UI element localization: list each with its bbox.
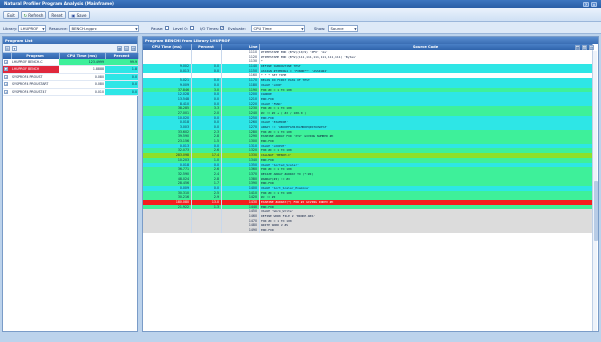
- source-code-text: END-FOR: [259, 228, 593, 233]
- program-percent: 0.0: [105, 73, 138, 82]
- reset-button[interactable]: Reset: [48, 11, 66, 19]
- program-list-table: Program CPU Time (ms) Percent + LHUPROF …: [3, 53, 139, 97]
- level-label: Level 0:: [173, 26, 188, 31]
- program-row[interactable]: + SYSPROF4 PROUST 0.080 0.0: [3, 73, 138, 82]
- source-rows: 1110 #TIMESTAMP END (B*W)(10/9) 'PFO' 'ms…: [143, 50, 593, 233]
- show-select[interactable]: Source ▼: [328, 24, 358, 32]
- library-value: LHUPROF: [20, 25, 39, 31]
- export-icon[interactable]: ▤: [589, 45, 594, 50]
- show-value: Source: [330, 25, 344, 31]
- expand-row-icon[interactable]: +: [4, 89, 8, 94]
- save-button[interactable]: ▣ Save: [68, 11, 90, 19]
- evaluate-select[interactable]: CPU Time ▼: [251, 24, 305, 32]
- library-label: Library:: [3, 26, 18, 31]
- chevron-down-icon: ▼: [301, 26, 304, 31]
- filter-icon[interactable]: ▾: [12, 46, 17, 51]
- io-times-label: I/O Times:: [200, 26, 220, 31]
- source-percent: [191, 228, 222, 233]
- chevron-down-icon: ▼: [354, 26, 357, 31]
- resource-select[interactable]: BENCH.ngprc ▼: [69, 24, 139, 32]
- program-percent: 0.0: [105, 88, 138, 97]
- source-row[interactable]: 1490 END-FOR: [143, 228, 593, 233]
- program-row-selected[interactable]: + LHUPROF BENCH 1.8888 1.8: [3, 65, 138, 74]
- grid-icon[interactable]: ▦: [575, 45, 580, 50]
- program-cpu: 123.4999: [59, 59, 105, 67]
- program-percent: 1.8: [105, 65, 138, 74]
- source-panel: Program BENCHI from Library LHUPROF ▦ ▥ …: [142, 36, 599, 332]
- program-name: LHUPROF BENCH: [11, 65, 59, 74]
- refresh-button[interactable]: ↻ Refresh: [21, 11, 46, 19]
- expand-row-icon[interactable]: +: [4, 82, 8, 87]
- source-table: CPU Time (ms) Percent Line Source Code 1…: [143, 44, 593, 233]
- program-cpu: 1.8888: [59, 65, 105, 74]
- exit-button[interactable]: Exit: [3, 11, 19, 19]
- program-percent: 99.9: [105, 59, 138, 67]
- program-name: SYSPROF4 PROUSTART: [11, 80, 59, 89]
- program-cpu: 0.080: [59, 73, 105, 82]
- expand-row-icon[interactable]: +: [4, 60, 8, 64]
- library-select[interactable]: LHUPROF ▼: [18, 24, 46, 32]
- expand-row-icon[interactable]: +: [4, 74, 8, 79]
- io-times-checkbox[interactable]: ✓: [220, 26, 224, 30]
- refresh-icon: ↻: [23, 13, 27, 18]
- program-cpu: 0.010: [59, 88, 105, 97]
- source-panel-title: Program BENCHI from Library LHUPROF: [143, 37, 598, 44]
- columns-icon[interactable]: ▥: [582, 45, 587, 50]
- vertical-scrollbar[interactable]: [592, 51, 598, 331]
- evaluate-value: CPU Time: [253, 25, 272, 31]
- pause-checkbox[interactable]: [165, 26, 169, 30]
- program-cpu: 0.080: [59, 80, 105, 89]
- grid-icon[interactable]: ▦: [117, 46, 122, 51]
- expand-row-icon[interactable]: +: [4, 67, 8, 72]
- toolbar: Exit ↻ Refresh Reset ▣ Save: [0, 8, 601, 22]
- program-name: SYSPROF4 PROUST: [11, 73, 59, 82]
- export-icon[interactable]: ▤: [131, 46, 136, 51]
- filter-bar: Library: LHUPROF ▼ Resource: BENCH.ngprc ▼…: [0, 22, 601, 34]
- refresh-label: Refresh: [28, 13, 44, 18]
- program-list-title: Program List: [3, 37, 137, 44]
- program-name: SYSPROF4 PROUST47: [11, 88, 59, 97]
- program-name: LHUPROF BENCH-C: [11, 59, 59, 67]
- window-title: Natural Profiler Program Analysis (Mainf…: [4, 1, 114, 6]
- columns-icon[interactable]: ▥: [124, 46, 129, 51]
- evaluate-label: Evaluate:: [228, 26, 246, 31]
- source-cpu-time: [143, 228, 192, 233]
- expand-icon[interactable]: ⊞: [5, 46, 10, 51]
- level-checkbox[interactable]: [190, 26, 194, 30]
- program-percent: 0.0: [105, 80, 138, 89]
- source-line-number: 1490: [221, 228, 260, 233]
- program-list-panel: Program List ⊞ ▾ ▦ ▥ ▤ Program CPU Time …: [2, 36, 139, 332]
- program-row[interactable]: + SYSPROF4 PROUST47 0.010 0.0: [3, 88, 138, 97]
- program-row[interactable]: + SYSPROF4 PROUSTART 0.080 0.0: [3, 80, 138, 89]
- save-icon: ▣: [71, 13, 76, 18]
- show-label: Show:: [314, 26, 326, 31]
- pause-label: Pause:: [151, 26, 164, 31]
- program-list-toolbar: ⊞ ▾ ▦ ▥ ▤: [3, 44, 137, 53]
- help-icon[interactable]: ?: [583, 1, 589, 7]
- chevron-down-icon: ▼: [135, 26, 138, 31]
- resource-label: Resource:: [49, 26, 68, 31]
- program-row[interactable]: + LHUPROF BENCH-C 123.4999 99.9: [3, 59, 138, 67]
- close-icon[interactable]: ×: [591, 1, 597, 7]
- chevron-down-icon: ▼: [42, 26, 45, 31]
- window-title-bar: Natural Profiler Program Analysis (Mainf…: [0, 0, 601, 8]
- save-label: Save: [76, 13, 87, 18]
- resource-value: BENCH.ngprc: [71, 25, 97, 31]
- scrollbar-thumb[interactable]: [593, 181, 598, 241]
